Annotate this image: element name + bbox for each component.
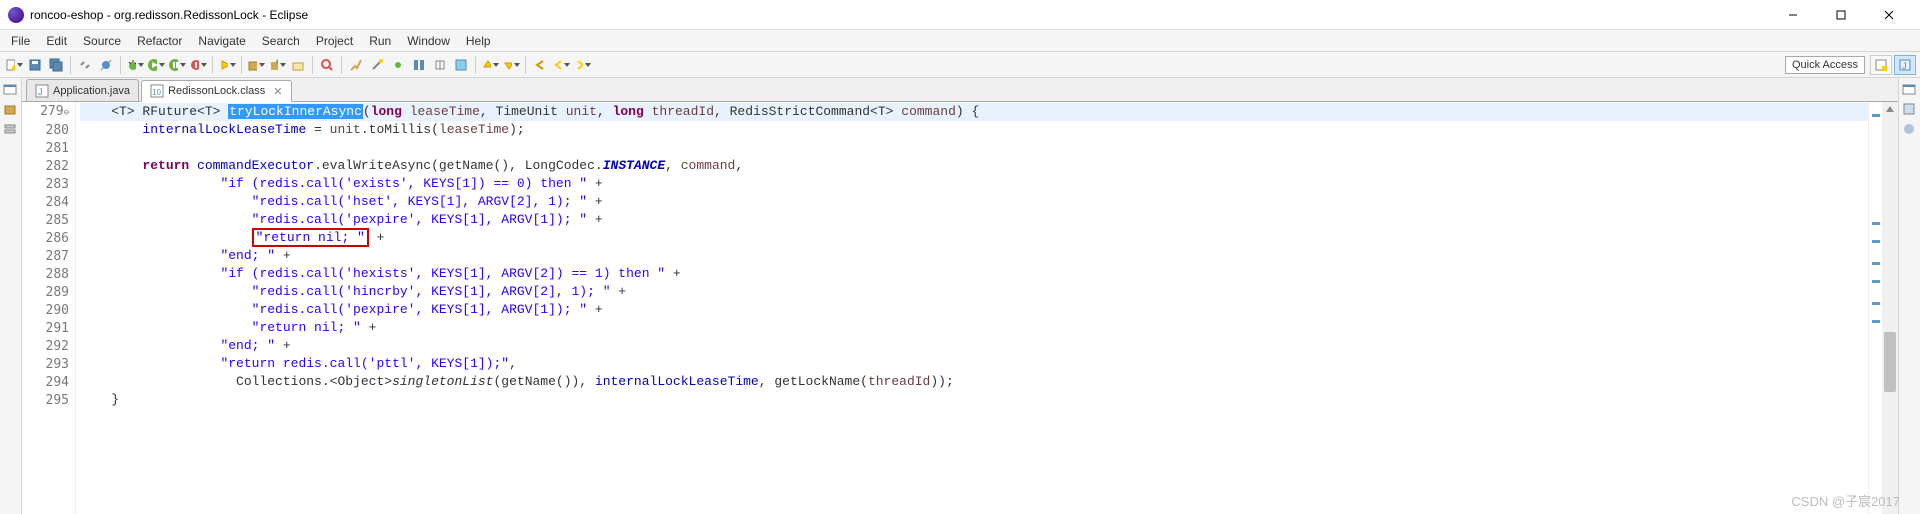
tab-application-java[interactable]: J Application.java bbox=[26, 79, 139, 101]
menu-edit[interactable]: Edit bbox=[38, 32, 75, 50]
svg-text:J: J bbox=[1902, 61, 1907, 71]
next-annotation-button[interactable] bbox=[501, 55, 521, 75]
editor-tabs: J Application.java 10 RedissonLock.class… bbox=[22, 78, 1898, 102]
servers-icon[interactable] bbox=[3, 122, 19, 138]
new-package-button[interactable] bbox=[246, 55, 266, 75]
menu-navigate[interactable]: Navigate bbox=[190, 32, 253, 50]
svg-text:J: J bbox=[38, 87, 43, 97]
close-button[interactable] bbox=[1866, 0, 1912, 30]
menu-project[interactable]: Project bbox=[308, 32, 361, 50]
back-button[interactable] bbox=[551, 55, 571, 75]
last-edit-button[interactable] bbox=[530, 55, 550, 75]
run-last-button[interactable] bbox=[217, 55, 237, 75]
package-explorer-icon[interactable] bbox=[3, 102, 19, 118]
eclipse-icon bbox=[8, 7, 24, 23]
class-file-icon: 10 bbox=[150, 84, 164, 98]
forward-button[interactable] bbox=[572, 55, 592, 75]
prev-annotation-button[interactable] bbox=[480, 55, 500, 75]
menu-help[interactable]: Help bbox=[458, 32, 499, 50]
filter-button[interactable] bbox=[451, 55, 471, 75]
vertical-scrollbar[interactable] bbox=[1882, 102, 1898, 514]
tab-label: Application.java bbox=[53, 85, 130, 97]
title-bar: roncoo-eshop - org.redisson.RedissonLock… bbox=[0, 0, 1920, 30]
link-button[interactable] bbox=[75, 55, 95, 75]
code-container: 279⊖280281282283284285286287288289290291… bbox=[22, 102, 1898, 514]
menu-search[interactable]: Search bbox=[254, 32, 308, 50]
tab-redisson-lock[interactable]: 10 RedissonLock.class ✕ bbox=[141, 80, 291, 102]
outline-button[interactable] bbox=[409, 55, 429, 75]
perspective-switcher: J bbox=[1870, 55, 1916, 75]
new-button[interactable] bbox=[4, 55, 24, 75]
task-list-icon[interactable] bbox=[1902, 102, 1918, 118]
scroll-thumb[interactable] bbox=[1884, 332, 1896, 392]
open-perspective-button[interactable] bbox=[1870, 55, 1892, 75]
left-trim bbox=[0, 78, 22, 514]
run-button[interactable] bbox=[146, 55, 166, 75]
outline-view-icon[interactable] bbox=[1902, 122, 1918, 138]
window-controls bbox=[1770, 0, 1912, 30]
pin-button[interactable] bbox=[430, 55, 450, 75]
quick-access-field[interactable]: Quick Access bbox=[1785, 56, 1865, 74]
menu-bar: File Edit Source Refactor Navigate Searc… bbox=[0, 30, 1920, 52]
menu-window[interactable]: Window bbox=[399, 32, 458, 50]
menu-file[interactable]: File bbox=[3, 32, 38, 50]
search-button[interactable] bbox=[317, 55, 337, 75]
line-number-ruler[interactable]: 279⊖280281282283284285286287288289290291… bbox=[38, 102, 76, 514]
maximize-button[interactable] bbox=[1818, 0, 1864, 30]
restore-view-icon[interactable] bbox=[3, 82, 19, 98]
window-title: roncoo-eshop - org.redisson.RedissonLock… bbox=[30, 8, 1770, 22]
open-type-button[interactable] bbox=[288, 55, 308, 75]
menu-run[interactable]: Run bbox=[361, 32, 399, 50]
close-tab-icon[interactable]: ✕ bbox=[273, 85, 282, 98]
scroll-up-icon[interactable] bbox=[1882, 102, 1898, 116]
minimize-button[interactable] bbox=[1770, 0, 1816, 30]
java-file-icon: J bbox=[35, 84, 49, 98]
menu-refactor[interactable]: Refactor bbox=[129, 32, 190, 50]
bookmark-button[interactable] bbox=[388, 55, 408, 75]
source-editor[interactable]: <T> RFuture<T> tryLockInnerAsync(long le… bbox=[76, 102, 1868, 514]
toolbar: Quick Access J bbox=[0, 52, 1920, 78]
save-all-button[interactable] bbox=[46, 55, 66, 75]
new-class-button[interactable] bbox=[267, 55, 287, 75]
debug-button[interactable] bbox=[125, 55, 145, 75]
java-perspective-button[interactable]: J bbox=[1894, 55, 1916, 75]
tab-label: RedissonLock.class bbox=[168, 85, 265, 97]
skip-breakpoints-button[interactable] bbox=[96, 55, 116, 75]
menu-source[interactable]: Source bbox=[75, 32, 129, 50]
restore-view-right-icon[interactable] bbox=[1902, 82, 1918, 98]
svg-text:10: 10 bbox=[152, 88, 161, 97]
overview-ruler[interactable] bbox=[1868, 102, 1882, 514]
coverage-button[interactable] bbox=[167, 55, 187, 75]
editor-area: J Application.java 10 RedissonLock.class… bbox=[22, 78, 1898, 514]
toggle-mark-button[interactable] bbox=[346, 55, 366, 75]
marker-bar[interactable] bbox=[22, 102, 38, 514]
right-trim bbox=[1898, 78, 1920, 514]
save-button[interactable] bbox=[25, 55, 45, 75]
main-area: J Application.java 10 RedissonLock.class… bbox=[0, 78, 1920, 514]
wand-button[interactable] bbox=[367, 55, 387, 75]
external-tools-button[interactable] bbox=[188, 55, 208, 75]
